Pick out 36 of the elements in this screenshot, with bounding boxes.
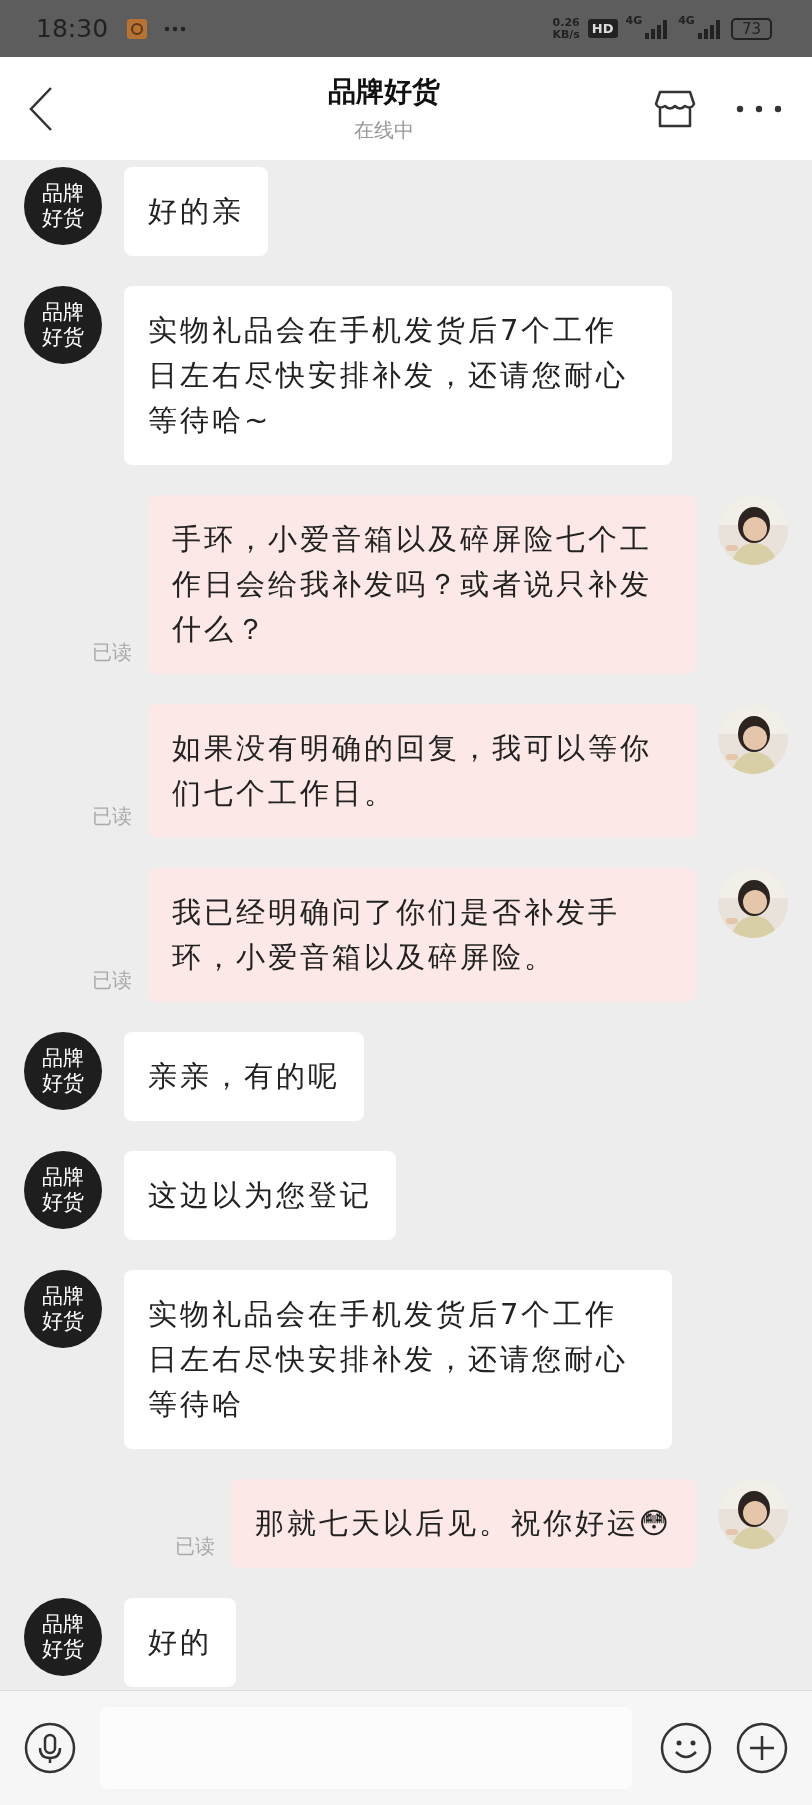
message-bubble: 好的 xyxy=(124,1598,236,1687)
shop-avatar[interactable]: 品牌好货 xyxy=(24,1598,102,1676)
microphone-icon[interactable] xyxy=(24,1722,76,1774)
message-bubble: 实物礼品会在手机发货后7个工作日左右尽快安排补发，还请您耐心等待哈~ xyxy=(124,286,672,465)
read-status: 已读 xyxy=(174,1533,215,1560)
chat-title: 品牌好货 xyxy=(328,74,440,110)
emoji-icon[interactable] xyxy=(660,1722,712,1774)
read-status: 已读 xyxy=(92,803,132,830)
message-bubble: 这边以为您登记 xyxy=(124,1151,396,1240)
battery-level: 73 xyxy=(730,17,772,40)
network-label: 4G xyxy=(625,14,643,27)
more-icon xyxy=(164,25,187,32)
network-label: 4G xyxy=(678,14,695,27)
status-time: 18:30 xyxy=(36,14,109,43)
message-bubble: 那就七天以后见。祝你好运😳 xyxy=(230,1479,696,1568)
shop-avatar[interactable]: 品牌好货 xyxy=(24,1151,102,1229)
add-icon[interactable] xyxy=(736,1722,788,1774)
online-status: 在线中 xyxy=(354,117,414,144)
network-speed: 0.26 KB/s xyxy=(552,16,580,41)
message-bubble: 亲亲，有的呢 xyxy=(124,1032,364,1121)
more-icon[interactable] xyxy=(736,104,782,113)
notification-icon xyxy=(126,17,149,40)
signal-icon xyxy=(696,18,723,39)
message-bubble: 好的亲 xyxy=(124,167,268,256)
hd-badge: HD xyxy=(587,19,618,38)
read-status: 已读 xyxy=(92,639,132,666)
read-status: 已读 xyxy=(92,967,132,994)
message-bubble: 如果没有明确的回复，我可以等你们七个工作日。 xyxy=(148,704,696,838)
message-bubble: 实物礼品会在手机发货后7个工作日左右尽快安排补发，还请您耐心等待哈 xyxy=(124,1270,672,1449)
back-icon[interactable] xyxy=(28,85,54,132)
shop-avatar[interactable]: 品牌好货 xyxy=(24,286,102,364)
message-bubble: 我已经明确问了你们是否补发手环，小爱音箱以及碎屏险。 xyxy=(148,868,696,1002)
shop-avatar[interactable]: 品牌好货 xyxy=(24,167,102,245)
message-bubble: 手环，小爱音箱以及碎屏险七个工作日会给我补发吗？或者说只补发什么？ xyxy=(148,495,696,674)
shop-avatar[interactable]: 品牌好货 xyxy=(24,1270,102,1348)
shop-avatar[interactable]: 品牌好货 xyxy=(24,1032,102,1110)
